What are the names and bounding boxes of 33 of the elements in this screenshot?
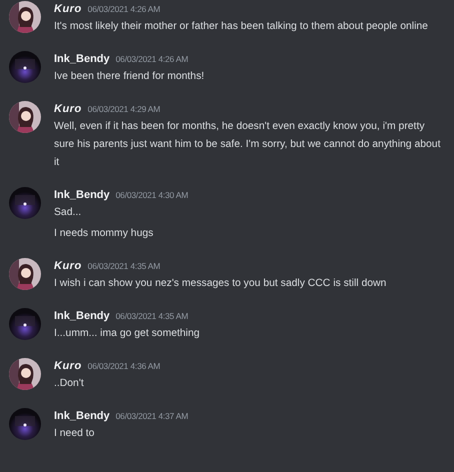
message-text: ..Don't [54,377,85,391]
message-text: Ive been there friend for months! [54,70,206,84]
timestamp: 06/03/2021 4:35 AM [88,260,160,273]
avatar-icon [9,408,41,440]
message-text: Sad... [54,206,82,220]
username[interactable]: Kuro [54,357,82,375]
username[interactable]: Kuro [54,257,82,275]
message-text: I wish i can show you nez's messages to you but sadly CCC is still down [54,277,388,291]
username[interactable]: Ink_Bendy [54,407,110,425]
timestamp: 06/03/2021 4:35 AM [116,310,188,323]
message-text: Well, even if it has been for months, he doesn't even exactly know you, i'm pretty sure his parents just want him to be safe. I'm sorry, but we cannot do anything about it [54,120,442,170]
timestamp: 06/03/2021 4:29 AM [88,103,160,116]
message-text: I need to [54,427,96,441]
avatar-figure [9,358,41,390]
timestamp: 06/03/2021 4:36 AM [88,360,160,373]
username[interactable]: Kuro [54,0,82,18]
username[interactable]: Kuro [54,100,82,118]
username[interactable]: Ink_Bendy [54,186,110,204]
timestamp: 06/03/2021 4:37 AM [116,410,188,423]
message-text: I needs mommy hugs [54,227,154,241]
avatar-figure [9,258,41,290]
avatar-figure [9,1,41,33]
message-text: It's most likely their mother or father has been talking to them about people online [54,20,429,34]
timestamp: 06/03/2021 4:26 AM [116,53,188,66]
username[interactable]: Ink_Bendy [54,307,110,325]
timestamp: 06/03/2021 4:30 AM [116,189,188,202]
message-text: I...umm... ima go get something [54,327,201,341]
avatar-icon [9,308,41,340]
avatar-icon [9,187,41,219]
username[interactable]: Ink_Bendy [54,50,110,68]
avatar-icon [9,51,41,83]
timestamp: 06/03/2021 4:26 AM [88,3,160,16]
avatar-figure [9,101,41,133]
